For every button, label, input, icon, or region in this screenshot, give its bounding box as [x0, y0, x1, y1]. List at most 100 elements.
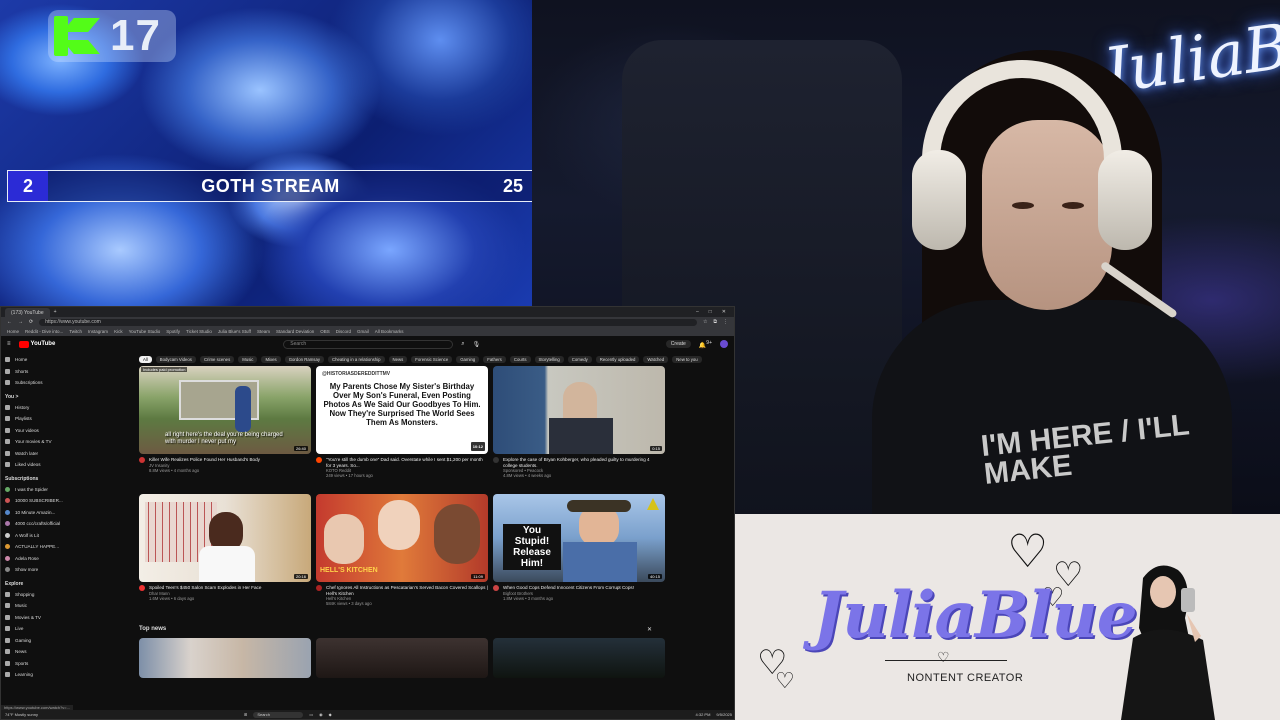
star-icon[interactable]: ☆ [703, 319, 707, 325]
video-card[interactable]: @HISTORIASDEREDDITTMV My Parents Chose M… [316, 366, 488, 494]
bookmark-item[interactable]: Reddit - Dive into... [25, 329, 63, 334]
sidebar-section-header[interactable]: Explore [5, 579, 131, 589]
sidebar-item[interactable]: Liked videos [5, 459, 131, 471]
video-title[interactable]: When Good Cops Defend Innocent Citizens … [503, 585, 634, 591]
filter-chip[interactable]: Recently uploaded [595, 355, 640, 363]
sidebar-item[interactable]: Your movies & TV [5, 436, 131, 448]
video-card[interactable]: HELL'S KITCHEN 11:09 Chef Ignores All In… [316, 494, 488, 622]
bookmark-item[interactable]: Twitch [69, 329, 82, 334]
bookmark-item[interactable]: Steam [257, 329, 270, 334]
reload-icon[interactable]: ⟳ [29, 319, 33, 325]
windows-start-icon[interactable]: ⊞ [244, 712, 247, 717]
browser-icon[interactable]: ◉ [319, 712, 323, 717]
bookmark-item[interactable]: Spotify [166, 329, 180, 334]
close-icon[interactable]: ✕ [722, 309, 726, 315]
video-card[interactable]: Includes paid promotion all right here's… [139, 366, 311, 494]
sidebar-item[interactable]: Watch later [5, 448, 131, 460]
bookmark-item[interactable]: All Bookmarks [375, 329, 404, 334]
bookmark-item[interactable]: Standard Deviation [276, 329, 314, 334]
forward-icon[interactable]: → [18, 319, 23, 325]
sidebar-item[interactable]: Shorts [5, 366, 131, 378]
filter-chip[interactable]: Storytelling [534, 355, 564, 363]
close-top-news-button[interactable]: ✕ [647, 626, 652, 633]
filter-chip[interactable]: Gordon Ramsay [284, 355, 324, 363]
new-tab-icon[interactable]: + [54, 309, 57, 315]
app-icon[interactable]: ◆ [329, 712, 332, 717]
hamburger-icon[interactable]: ≡ [7, 341, 11, 347]
bookmark-item[interactable]: Kick [114, 329, 123, 334]
video-title[interactable]: Spoiled Teen's $450 Salon Scam Explodes … [149, 585, 261, 591]
video-thumbnail[interactable]: 20:16 [139, 494, 311, 582]
sidebar-section-header[interactable]: You > [5, 392, 131, 402]
extensions-icon[interactable]: ⧉ [713, 319, 717, 325]
url-field[interactable]: https://www.youtube.com [39, 318, 697, 326]
filter-chip[interactable]: Fathers [483, 355, 506, 363]
video-thumbnail[interactable]: You Stupid! Release Him! 40:15 [493, 494, 665, 582]
video-thumbnail[interactable]: Includes paid promotion all right here's… [139, 366, 311, 454]
video-title[interactable]: "You're still the dumb one" Dad said. Ov… [326, 457, 488, 468]
channel-avatar[interactable] [139, 457, 145, 463]
filter-chip[interactable]: Crime scenes [199, 355, 235, 363]
video-card[interactable]: 0:15 Explore the case of Bryan Kohberger… [493, 366, 665, 494]
filter-chip[interactable]: Mixes [261, 355, 281, 363]
bookmark-item[interactable]: Home [7, 329, 19, 334]
sidebar-section-header[interactable]: Subscriptions [5, 474, 131, 484]
sidebar-item[interactable]: Your videos [5, 425, 131, 437]
filter-chip[interactable]: Music [238, 355, 258, 363]
news-thumbnail[interactable] [316, 638, 488, 678]
bookmark-item[interactable]: OBS [320, 329, 330, 334]
filter-chip[interactable]: Comedy [567, 355, 592, 363]
sidebar-item[interactable]: Home [5, 354, 131, 366]
video-title[interactable]: Chef Ignores All Instructions as Pescata… [326, 585, 488, 596]
filter-chip[interactable]: Courts [509, 355, 531, 363]
filter-chip[interactable]: Cheating in a relationship [328, 355, 385, 363]
sidebar-item[interactable]: Gaming [5, 635, 131, 647]
channel-avatar[interactable] [316, 585, 322, 591]
filter-chip[interactable]: Watched [643, 355, 669, 363]
channel-avatar[interactable] [139, 585, 145, 591]
sidebar-item[interactable]: News [5, 646, 131, 658]
news-thumbnail[interactable] [139, 638, 311, 678]
tab-youtube[interactable]: (173) YouTube [5, 307, 50, 317]
maximize-icon[interactable]: □ [709, 309, 712, 315]
sidebar-item[interactable]: Movies & TV [5, 612, 131, 624]
channel-avatar[interactable] [493, 457, 499, 463]
bookmark-item[interactable]: YouTube Studio [129, 329, 161, 334]
sidebar-item[interactable]: Sports [5, 658, 131, 670]
taskbar-search[interactable]: Search [253, 711, 304, 718]
video-card[interactable]: 20:16 Spoiled Teen's $450 Salon Scam Exp… [139, 494, 311, 622]
minimize-icon[interactable]: – [696, 309, 699, 315]
back-icon[interactable]: ← [7, 319, 12, 325]
sidebar-item[interactable]: I was the Spider [5, 484, 131, 496]
menu-icon[interactable]: ⋮ [723, 319, 728, 325]
sidebar-item[interactable]: 10 Minute Amazin... [5, 507, 131, 519]
youtube-logo[interactable]: YouTube [18, 340, 55, 348]
sidebar-item[interactable]: Music [5, 600, 131, 612]
filter-chip[interactable]: Gaming [456, 355, 480, 363]
sidebar-item[interactable]: A Wolf is Lit [5, 530, 131, 542]
file-explorer-icon[interactable]: ▭ [309, 712, 313, 717]
notifications-icon[interactable]: 🔔9+ [699, 340, 712, 349]
sidebar-item[interactable]: Show more [5, 564, 131, 576]
search-icon[interactable]: ⌕ [461, 341, 464, 348]
bookmark-item[interactable]: Gmail [357, 329, 369, 334]
create-button[interactable]: Create [665, 340, 691, 348]
video-title[interactable]: Explore the case of Bryan Kohberger, who… [503, 457, 665, 468]
video-title[interactable]: Killer Wife Realizes Police Found Her Hu… [149, 457, 260, 463]
channel-avatar[interactable] [316, 457, 322, 463]
sidebar-item[interactable]: Shopping [5, 589, 131, 601]
bookmark-item[interactable]: Discord [336, 329, 351, 334]
news-thumbnail[interactable] [493, 638, 665, 678]
sidebar-item[interactable]: Subscriptions [5, 377, 131, 389]
video-thumbnail[interactable]: 0:15 [493, 366, 665, 454]
video-thumbnail[interactable]: @HISTORIASDEREDDITTMV My Parents Chose M… [316, 366, 488, 454]
bookmark-item[interactable]: Instagram [88, 329, 108, 334]
sidebar-item[interactable]: 10000 SUBSCRIBER... [5, 495, 131, 507]
sidebar-item[interactable]: Playlists [5, 413, 131, 425]
avatar[interactable] [720, 340, 728, 348]
filter-chip[interactable]: Forensic Science [411, 355, 453, 363]
microphone-icon[interactable]: 🎙 [473, 341, 481, 348]
weather-widget[interactable]: 74°F Mostly sunny [5, 712, 38, 717]
sidebar-item[interactable]: Adela Rose [5, 553, 131, 565]
bookmark-item[interactable]: Ticket Studio [186, 329, 212, 334]
